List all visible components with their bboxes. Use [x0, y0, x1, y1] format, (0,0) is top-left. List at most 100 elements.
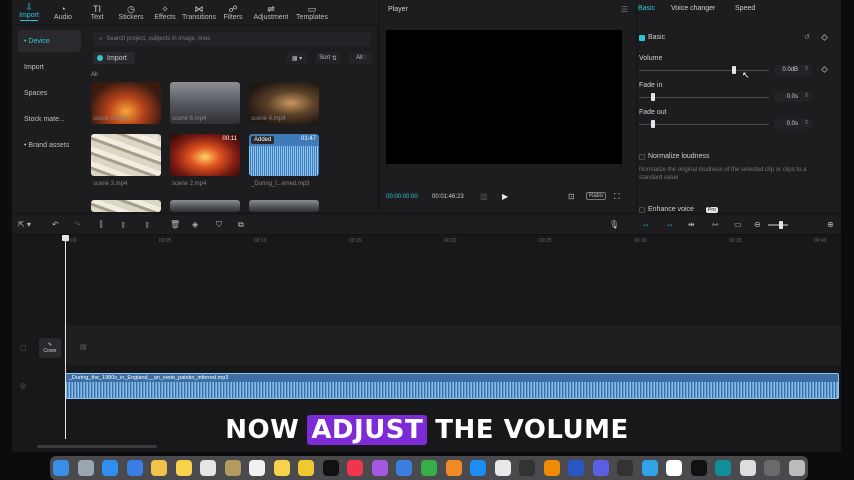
microphone-icon[interactable]: 🎙 [609, 220, 619, 229]
tab-speed[interactable]: Speed [735, 5, 755, 12]
filter-all-button[interactable]: All ⫶ [349, 52, 373, 64]
import-button[interactable]: Import [93, 52, 135, 64]
toolbar-templates[interactable]: ▭ Templates [292, 0, 332, 24]
enhance-voice-checkbox[interactable] [639, 207, 645, 213]
media-item-partial[interactable] [91, 200, 161, 212]
keyframe-icon[interactable] [820, 33, 829, 42]
skype-icon[interactable] [641, 460, 658, 476]
time-ruler[interactable]: 00:00 00:05 00:10 00:15 00:20 00:25 00:3… [64, 235, 841, 249]
music-icon[interactable] [347, 460, 364, 476]
volume-slider-handle[interactable] [731, 66, 736, 74]
playhead-handle[interactable] [62, 235, 69, 241]
calendar-icon[interactable] [200, 460, 217, 476]
podcasts-icon[interactable] [371, 460, 388, 476]
toolbar-audio[interactable]: ◔ Audio [46, 0, 80, 24]
stickies-icon[interactable] [298, 460, 315, 476]
toolbar-stickers[interactable]: ◷ Stickers [114, 0, 148, 24]
marker-icon[interactable]: ◈ [192, 220, 198, 229]
fit-screen-icon[interactable]: ⊡ [568, 192, 575, 201]
shield-tool-icon[interactable]: ⛉ [216, 220, 222, 230]
sidebar-item-brand-assets[interactable]: • Brand assets [18, 134, 81, 156]
keynote-icon[interactable] [396, 460, 413, 476]
snap-icon[interactable]: ⇿ [712, 220, 719, 229]
stepper-icon[interactable]: ⇕ [804, 119, 809, 126]
app-icon[interactable] [592, 460, 609, 476]
ratio-button[interactable]: Ratio [586, 192, 607, 200]
sort-button[interactable]: Sort ⇅ [315, 52, 341, 64]
view-mode-button[interactable]: ▦ ▾ [287, 52, 307, 64]
shield-icon[interactable] [568, 460, 585, 476]
files-icon[interactable] [224, 460, 241, 476]
redo-icon[interactable]: ↷ [74, 220, 81, 229]
sidebar-item-import[interactable]: Import [18, 56, 81, 78]
appletv-icon[interactable] [322, 460, 339, 476]
pages-icon[interactable] [445, 460, 462, 476]
magnet-icon[interactable]: ⇔ [666, 220, 674, 229]
fullscreen-icon[interactable]: ⛶ [614, 192, 620, 202]
basic-checkbox[interactable] [639, 35, 645, 41]
fade-in-slider-handle[interactable] [651, 93, 655, 101]
zoom-out-icon[interactable]: ⊖ [754, 220, 761, 229]
numbers-icon[interactable] [420, 460, 437, 476]
photos-icon[interactable] [151, 460, 168, 476]
reminders-icon[interactable] [249, 460, 266, 476]
timeline-scrollbar[interactable] [37, 445, 157, 448]
split-left-icon[interactable]: ⫾ [122, 220, 125, 230]
link-icon[interactable]: ⇔ [642, 220, 650, 229]
notes2-icon[interactable] [273, 460, 290, 476]
main-video-track[interactable] [64, 325, 841, 365]
sidebar-item-device[interactable]: • Device [18, 30, 81, 52]
delete-icon[interactable]: 🗑 [170, 220, 180, 229]
split-icon[interactable]: ⫿ [100, 220, 103, 230]
sidebar-item-stock-material[interactable]: Stock mate... [18, 108, 81, 130]
chrome-icon[interactable] [494, 460, 511, 476]
audio-track-icon[interactable]: ◎ [20, 382, 26, 390]
sidebar-item-spaces[interactable]: Spaces [18, 82, 81, 104]
obs-icon[interactable] [617, 460, 634, 476]
stepper-icon[interactable]: ⇕ [804, 92, 809, 99]
appstore-icon[interactable] [470, 460, 487, 476]
tab-voice-changer[interactable]: Voice changer [671, 5, 715, 12]
zoom-slider[interactable] [768, 224, 788, 226]
fade-out-slider-handle[interactable] [651, 120, 655, 128]
volume-keyframe-icon[interactable] [820, 65, 829, 74]
cover-button[interactable]: ✎ Cover [39, 338, 61, 358]
media-item-partial[interactable] [170, 200, 240, 212]
tab-basic[interactable]: Basic [638, 5, 655, 12]
zoom-fit-icon[interactable]: ⊕ [827, 220, 834, 229]
normalize-checkbox[interactable] [639, 154, 645, 160]
vlc-icon[interactable] [543, 460, 560, 476]
capcut-icon[interactable] [690, 460, 707, 476]
crop-icon[interactable]: ⧉ [238, 220, 244, 230]
audio-clip[interactable]: _During_the_1980s_in_England__an_eerie_p… [65, 373, 839, 399]
track-lock-icon[interactable]: ▢ [20, 344, 27, 352]
preview-screen[interactable] [386, 30, 622, 164]
undo-icon[interactable]: ↶ [52, 220, 59, 229]
select-tool-icon[interactable]: ⇱ ▾ [18, 220, 31, 229]
playhead[interactable] [65, 237, 66, 439]
reset-icon[interactable]: ↺ [804, 33, 810, 41]
notes-icon[interactable] [175, 460, 192, 476]
subtitle-icon[interactable]: ▭ [734, 220, 742, 229]
preview-axis-icon[interactable]: ⇹ [688, 220, 695, 229]
media-item-scene-3[interactable]: 00:08 [91, 134, 161, 176]
split-right-icon[interactable]: ⫾ [146, 220, 149, 230]
trash-icon[interactable] [788, 460, 805, 476]
toolbar-transitions[interactable]: ⋈ Transitions [182, 0, 216, 24]
media-item-partial[interactable] [249, 200, 319, 212]
screen-icon[interactable] [764, 460, 781, 476]
fade-in-slider[interactable] [639, 97, 769, 98]
zoom-slider-handle[interactable] [779, 221, 783, 229]
toolbar-effects[interactable]: ✧ Effects [148, 0, 182, 24]
preview-icon[interactable] [739, 460, 756, 476]
stepper-icon[interactable]: ⇕ [804, 65, 809, 72]
media-search-input[interactable]: ⌕ Search project, subjects in image, line… [93, 32, 371, 46]
menu-icon[interactable]: ☰ [621, 5, 628, 14]
safari-icon[interactable] [102, 460, 119, 476]
toolbar-adjustment[interactable]: ⇌ Adjustment [250, 0, 292, 24]
launchpad-icon[interactable] [77, 460, 94, 476]
toolbar-filters[interactable]: ☍ Filters [216, 0, 250, 24]
finder-icon[interactable] [53, 460, 69, 476]
notion-icon[interactable] [666, 460, 683, 476]
fade-out-slider[interactable] [639, 124, 769, 125]
